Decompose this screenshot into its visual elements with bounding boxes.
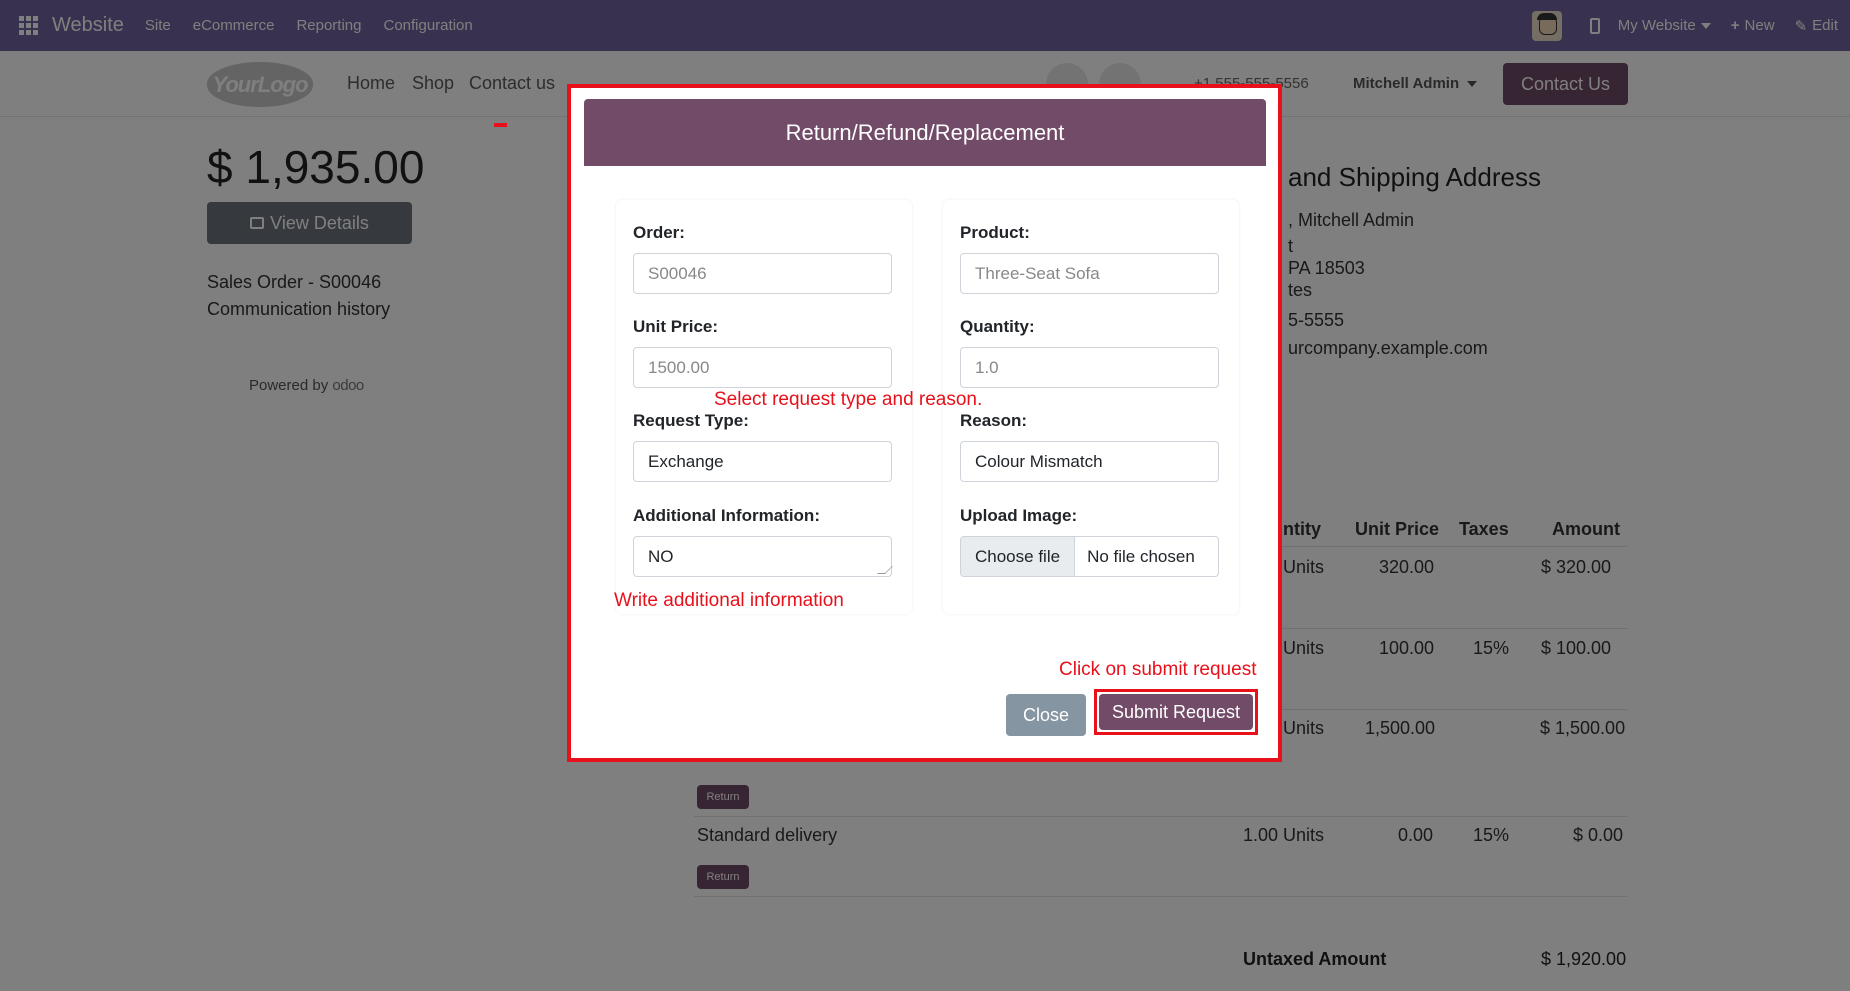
annotation-click-submit: Click on submit request	[1059, 659, 1257, 680]
quantity-field[interactable]: 1.0	[960, 347, 1219, 388]
request-type-label: Request Type:	[633, 411, 749, 430]
additional-info-textarea[interactable]: NO	[633, 536, 893, 577]
close-button[interactable]: Close	[1006, 694, 1086, 736]
reason-select[interactable]: Colour Mismatch	[960, 441, 1219, 482]
product-field[interactable]: Three-Seat Sofa	[960, 253, 1219, 294]
upload-image-label: Upload Image:	[960, 506, 1078, 525]
file-status: No file chosen	[1087, 546, 1195, 566]
choose-file-button[interactable]: Choose file	[961, 537, 1076, 576]
annotation-write-info: Write additional information	[614, 590, 844, 611]
highlight-marker	[494, 123, 507, 127]
upload-image-input[interactable]: Choose file No file chosen	[960, 536, 1219, 577]
product-label: Product:	[960, 223, 1030, 242]
modal-title: Return/Refund/Replacement	[584, 99, 1266, 166]
return-request-modal: Return/Refund/Replacement Order: S00046 …	[567, 84, 1282, 762]
annotation-select-request: Select request type and reason.	[714, 389, 983, 410]
right-form-card: Product: Three-Seat Sofa Quantity: 1.0 R…	[943, 200, 1239, 614]
quantity-label: Quantity:	[960, 317, 1035, 336]
additional-info-label: Additional Information:	[633, 506, 820, 525]
request-type-select[interactable]: Exchange	[633, 441, 892, 482]
submit-highlight: Submit Request	[1094, 689, 1258, 735]
resize-grip-icon[interactable]	[877, 566, 893, 574]
additional-info-value: NO	[648, 546, 674, 566]
order-field[interactable]: S00046	[633, 253, 892, 294]
unit-price-field[interactable]: 1500.00	[633, 347, 892, 388]
submit-request-button[interactable]: Submit Request	[1099, 694, 1253, 730]
order-label: Order:	[633, 223, 685, 242]
reason-label: Reason:	[960, 411, 1028, 430]
unit-price-label: Unit Price:	[633, 317, 719, 336]
